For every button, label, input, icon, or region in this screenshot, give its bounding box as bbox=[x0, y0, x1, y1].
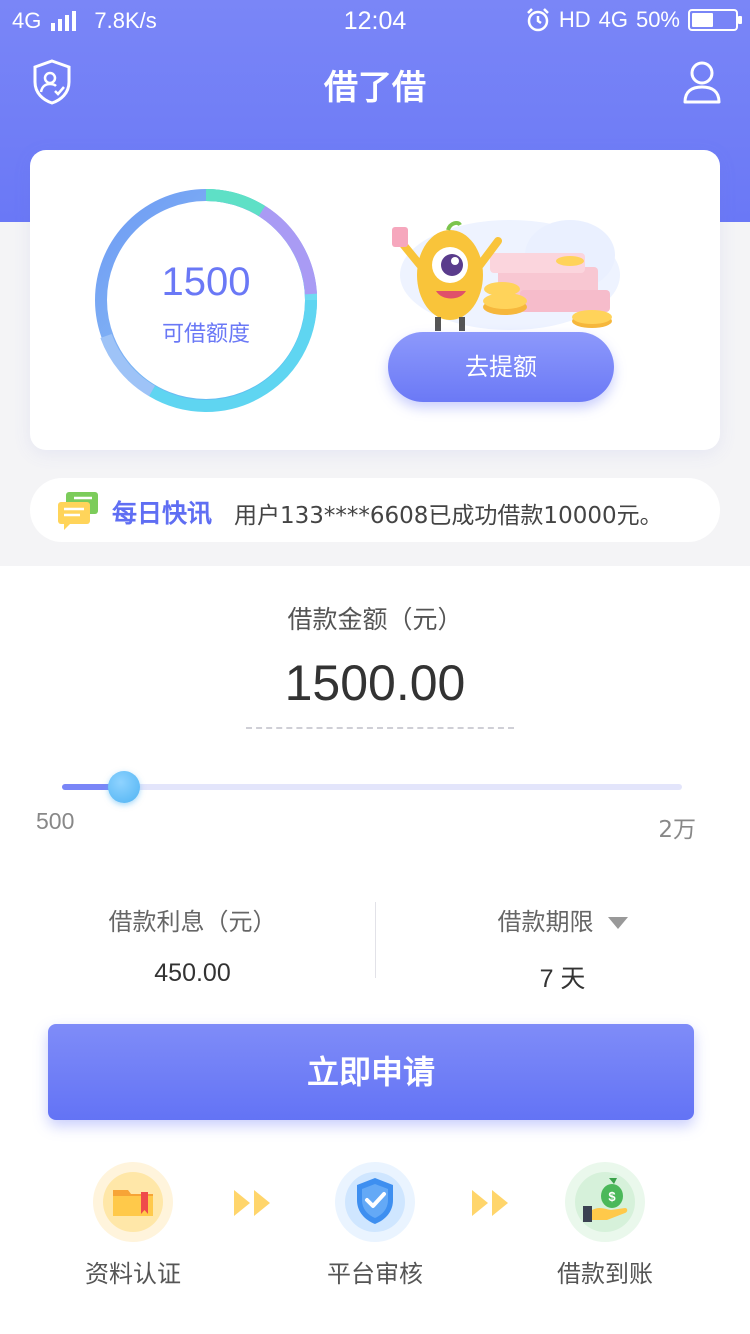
news-icon bbox=[58, 492, 98, 530]
amount-label: 借款金额（元） bbox=[287, 605, 463, 634]
double-arrow-icon bbox=[234, 1190, 270, 1216]
amount-underline bbox=[246, 727, 514, 729]
news-bar[interactable]: 每日快讯 用户133****6608已成功借款10000元。 bbox=[30, 478, 720, 542]
step-verify: 资料认证 bbox=[58, 1162, 208, 1289]
double-arrow-icon bbox=[472, 1190, 508, 1216]
status-bar: 4G 7.8K/s 12:04 HD 4G 50% bbox=[0, 0, 750, 44]
interest-label: 借款利息（元） bbox=[108, 908, 277, 936]
page-title: 借了借 bbox=[324, 68, 426, 108]
mascot-illustration bbox=[392, 220, 620, 331]
battery-percent: 50% bbox=[635, 7, 680, 32]
apply-button[interactable]: 立即申请 bbox=[48, 1024, 694, 1120]
battery-icon bbox=[688, 9, 742, 31]
quota-amount: 1500 bbox=[161, 260, 251, 304]
term-value: 7 天 bbox=[539, 965, 586, 993]
term-selector[interactable]: 借款期限 7 天 bbox=[375, 902, 750, 995]
caret-down-icon bbox=[607, 917, 628, 929]
quota-card: 1500 可借额度 去提额 bbox=[30, 150, 720, 450]
hd-indicator: HD bbox=[558, 7, 591, 32]
quota-label: 可借额度 bbox=[161, 322, 250, 347]
money-bag-icon: $ bbox=[575, 1172, 635, 1232]
shield-check-icon bbox=[345, 1172, 405, 1232]
step-label: 平台审核 bbox=[327, 1260, 423, 1288]
slider-min-label: 500 bbox=[36, 808, 75, 834]
news-title: 每日快讯 bbox=[112, 499, 213, 528]
amount-value[interactable]: 1500.00 bbox=[0, 654, 750, 712]
svg-text:$: $ bbox=[608, 1189, 616, 1204]
person-icon[interactable] bbox=[682, 58, 722, 106]
interest-info: 借款利息（元） 450.00 bbox=[0, 902, 375, 988]
amount-slider-thumb[interactable] bbox=[108, 771, 140, 803]
news-text: 用户133****6608已成功借款10000元。 bbox=[234, 503, 663, 529]
step-label: 借款到账 bbox=[557, 1260, 653, 1288]
slider-max-label: 2万 bbox=[658, 817, 696, 843]
raise-quota-button[interactable]: 去提额 bbox=[388, 332, 614, 402]
step-disburse: $ 借款到账 bbox=[530, 1162, 680, 1289]
loan-section: 借款金额（元） 1500.00 500 2万 借款利息（元） 450.00 借款… bbox=[0, 566, 750, 1334]
folder-icon bbox=[103, 1172, 163, 1232]
nav-bar: 借了借 bbox=[0, 50, 750, 114]
step-label: 资料认证 bbox=[85, 1260, 181, 1288]
term-label: 借款期限 bbox=[497, 908, 594, 936]
amount-slider-track[interactable] bbox=[62, 784, 682, 790]
alarm-icon bbox=[526, 8, 549, 32]
network-type-right: 4G bbox=[598, 7, 628, 32]
interest-value: 450.00 bbox=[154, 959, 231, 987]
step-review: 平台审核 bbox=[300, 1162, 450, 1289]
